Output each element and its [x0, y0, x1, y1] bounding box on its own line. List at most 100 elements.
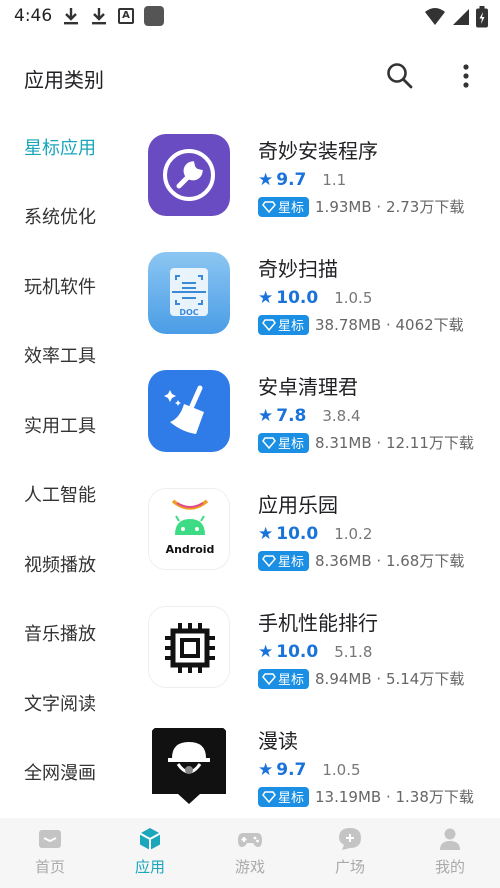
diamond-icon	[262, 790, 276, 803]
app-meta: ★ 9.7 1.0.5	[258, 760, 361, 780]
page-title: 应用类别	[24, 68, 104, 92]
search-button[interactable]	[384, 60, 416, 92]
star-badge: 星标	[258, 668, 310, 689]
nav-apps[interactable]: 应用	[100, 818, 200, 888]
badge-label: 星标	[278, 673, 305, 688]
cube-icon	[139, 828, 161, 850]
app-rating: 10.0	[276, 288, 319, 308]
app-version: 1.1	[322, 171, 347, 189]
sidebar-item-tinkering[interactable]: 玩机软件	[0, 251, 130, 321]
sidebar-item-label: 星标应用	[24, 137, 96, 159]
star-icon: ★	[258, 406, 274, 426]
comic-reader-icon	[148, 724, 230, 806]
status-time: 4:46	[14, 6, 53, 26]
app-version: 3.8.4	[322, 407, 361, 425]
app-meta: ★ 10.0 1.0.5	[258, 288, 372, 308]
chat-bubble-icon	[339, 828, 361, 850]
app-name: 漫读	[258, 729, 298, 753]
app-info: 星标 13.19MB · 1.38万下载	[258, 786, 474, 807]
diamond-icon	[262, 200, 276, 213]
sidebar-item-label: 全网漫画	[24, 763, 96, 785]
badge-label: 星标	[278, 319, 305, 334]
star-icon: ★	[258, 524, 274, 544]
signal-icon	[453, 9, 469, 25]
app-size-downloads: 8.94MB · 5.14万下载	[315, 670, 465, 688]
android-icon: Android	[148, 488, 230, 570]
app-size-downloads: 13.19MB · 1.38万下载	[315, 788, 474, 806]
sidebar-item-comics[interactable]: 全网漫画	[0, 738, 130, 808]
star-icon: ★	[258, 760, 274, 780]
category-sidebar: 星标应用 系统优化 玩机软件 效率工具 实用工具 人工智能 视频播放 音乐播放 …	[0, 112, 130, 807]
app-info: 星标 8.31MB · 12.11万下载	[258, 432, 474, 453]
nav-profile[interactable]: 我的	[400, 818, 500, 888]
list-item[interactable]: 安卓清理君 ★ 7.8 3.8.4 星标 8.31MB · 12.11万下载	[140, 360, 500, 478]
star-badge: 星标	[258, 196, 310, 217]
status-bar: 4:46 A	[0, 0, 500, 34]
app-info: 星标 38.78MB · 4062下载	[258, 314, 464, 335]
sidebar-item-label: 系统优化	[24, 207, 96, 229]
app-version: 5.1.8	[334, 643, 373, 661]
app-meta: ★ 10.0 1.0.2	[258, 524, 372, 544]
gamepad-icon	[238, 833, 262, 847]
diamond-icon	[262, 436, 276, 449]
sidebar-item-label: 实用工具	[24, 415, 96, 437]
sidebar-item-label: 音乐播放	[24, 624, 96, 646]
app-meta: ★ 9.7 1.1	[258, 170, 346, 190]
sidebar-item-reading[interactable]: 文字阅读	[0, 668, 130, 738]
app-size-downloads: 38.78MB · 4062下载	[315, 316, 464, 334]
app-rating: 10.0	[276, 642, 319, 662]
person-icon	[440, 828, 460, 850]
star-badge: 星标	[258, 550, 310, 571]
battery-charging-icon	[476, 6, 488, 28]
badge-label: 星标	[278, 201, 305, 216]
sidebar-item-utilities[interactable]: 实用工具	[0, 390, 130, 460]
app-name: 奇妙扫描	[258, 257, 338, 281]
nav-home[interactable]: 首页	[0, 818, 100, 888]
app-name: 奇妙安装程序	[258, 139, 378, 163]
diamond-icon	[262, 554, 276, 567]
nav-label: 游戏	[234, 858, 265, 876]
app-rating: 7.8	[276, 406, 307, 426]
sidebar-item-productivity[interactable]: 效率工具	[0, 321, 130, 391]
list-item[interactable]: 漫读 ★ 9.7 1.0.5 星标 13.19MB · 1.38万下载	[140, 714, 500, 832]
app-meta: ★ 10.0 5.1.8	[258, 642, 372, 662]
sidebar-item-label: 视频播放	[24, 554, 96, 576]
sidebar-item-ai[interactable]: 人工智能	[0, 460, 130, 530]
app-name: 应用乐园	[258, 493, 338, 517]
app-rating: 9.7	[276, 170, 307, 190]
app-version: 1.0.2	[334, 525, 373, 543]
list-item[interactable]: 奇妙安装程序 ★ 9.7 1.1 星标 1.93MB · 2.73万下载	[140, 124, 500, 242]
diamond-icon	[262, 318, 276, 331]
badge-label: 星标	[278, 437, 305, 452]
wifi-icon	[425, 8, 445, 25]
doc-label: DOC	[179, 308, 199, 317]
doc-scan-icon: DOC	[148, 252, 230, 334]
search-icon	[387, 63, 413, 89]
nav-label: 应用	[134, 858, 165, 876]
sidebar-item-starred[interactable]: 星标应用	[0, 112, 130, 182]
star-badge: 星标	[258, 432, 310, 453]
sidebar-item-music[interactable]: 音乐播放	[0, 599, 130, 669]
nav-square[interactable]: 广场	[300, 818, 400, 888]
app-bar: 应用类别	[0, 44, 500, 108]
app-version: 1.0.5	[334, 289, 373, 307]
app-size-downloads: 8.36MB · 1.68万下载	[315, 552, 465, 570]
nav-label: 我的	[434, 858, 465, 876]
sidebar-item-video[interactable]: 视频播放	[0, 529, 130, 599]
app-size-downloads: 8.31MB · 12.11万下载	[315, 434, 474, 452]
home-mail-icon	[39, 830, 61, 848]
app-info: 星标 1.93MB · 2.73万下载	[258, 196, 464, 217]
list-item[interactable]: 手机性能排行 ★ 10.0 5.1.8 星标 8.94MB · 5.14万下载	[140, 596, 500, 714]
list-item[interactable]: Android 应用乐园 ★ 10.0 1.0.2 星标 8.36MB · 1.…	[140, 478, 500, 596]
status-system-icons	[424, 6, 488, 28]
android-label: Android	[165, 543, 215, 556]
nav-games[interactable]: 游戏	[200, 818, 300, 888]
star-badge: 星标	[258, 786, 310, 807]
broom-icon	[148, 370, 230, 452]
wrench-icon	[148, 134, 230, 216]
sidebar-item-system-optimize[interactable]: 系统优化	[0, 182, 130, 252]
star-icon: ★	[258, 288, 274, 308]
more-options-button[interactable]	[452, 60, 480, 92]
sidebar-item-label: 效率工具	[24, 346, 96, 368]
list-item[interactable]: DOC 奇妙扫描 ★ 10.0 1.0.5 星标 38.78MB · 4062下…	[140, 242, 500, 360]
